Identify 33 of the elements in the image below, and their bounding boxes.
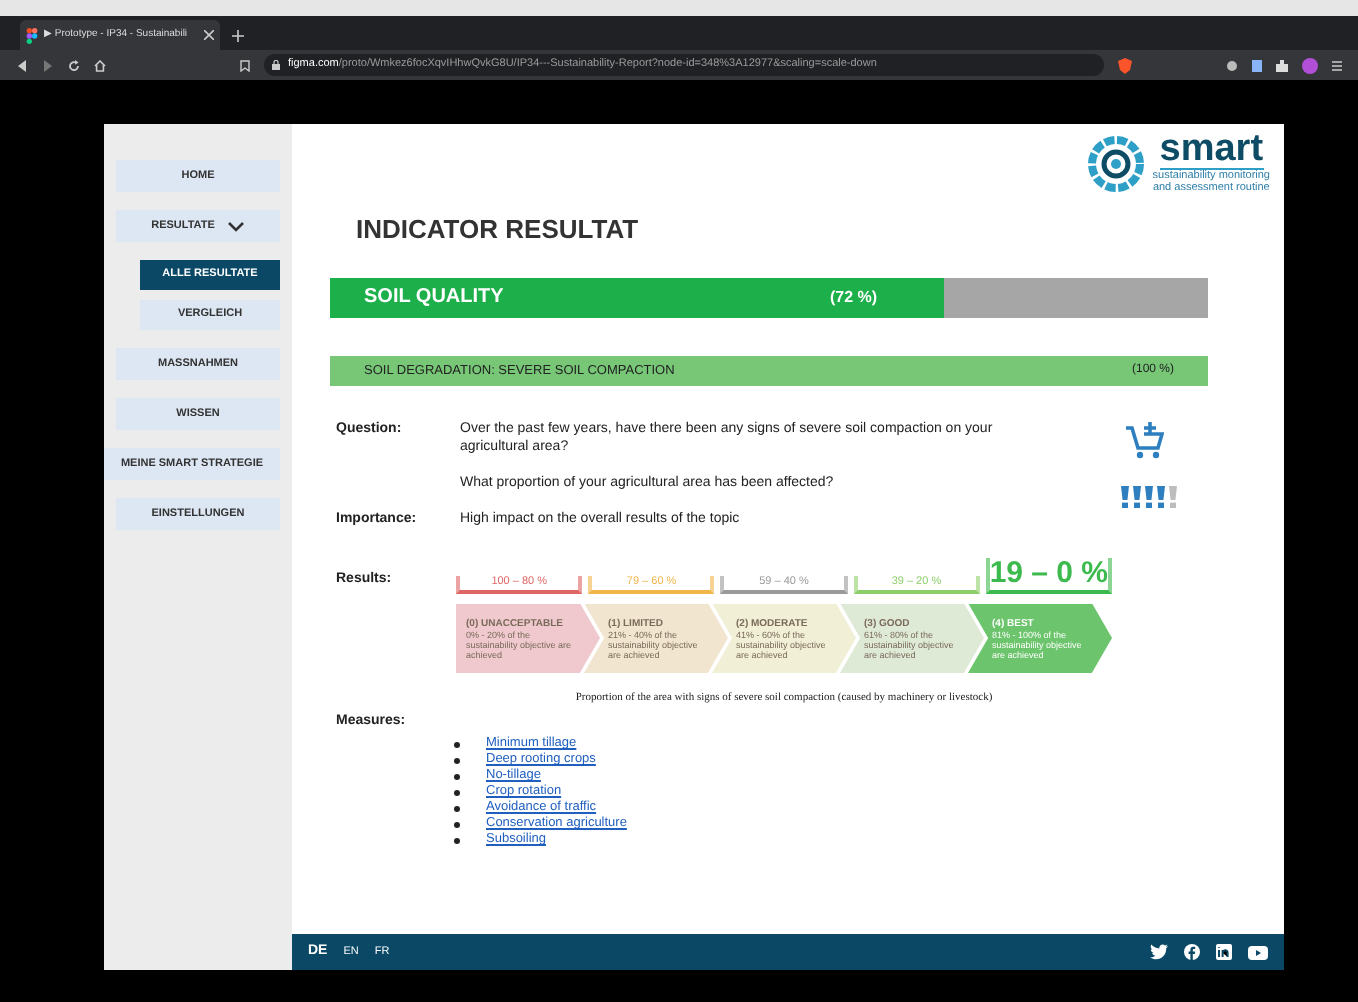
page-title: INDICATOR RESULTAT bbox=[356, 214, 641, 246]
logo-icon bbox=[1088, 135, 1145, 191]
bullet-icon bbox=[454, 741, 460, 748]
document-icon[interactable] bbox=[1252, 59, 1262, 71]
twitter-icon[interactable] bbox=[1150, 944, 1168, 960]
chevron-down-icon[interactable] bbox=[228, 221, 245, 231]
home-icon[interactable] bbox=[94, 59, 106, 71]
topic-label: SOIL QUALITY bbox=[364, 286, 504, 310]
logo-name: smart bbox=[1159, 132, 1264, 170]
close-icon[interactable] bbox=[204, 30, 214, 40]
cart-add-icon bbox=[1124, 420, 1164, 460]
new-tab-icon[interactable] bbox=[232, 30, 244, 42]
back-icon[interactable] bbox=[16, 59, 28, 71]
menu-icon[interactable] bbox=[1332, 59, 1342, 71]
linkedin-icon[interactable] bbox=[1216, 944, 1232, 960]
youtube-icon[interactable] bbox=[1248, 945, 1268, 959]
forward-icon[interactable] bbox=[42, 59, 54, 71]
extension-icon[interactable] bbox=[1226, 59, 1238, 71]
lock-icon bbox=[272, 60, 280, 70]
avatar-icon[interactable] bbox=[1302, 57, 1318, 73]
figma-icon bbox=[26, 27, 38, 43]
bullet-icon bbox=[454, 821, 460, 828]
bullet-icon bbox=[454, 773, 460, 780]
topic-percent: (72 %) bbox=[830, 288, 878, 308]
reload-icon[interactable] bbox=[68, 59, 80, 71]
bookmark-icon[interactable] bbox=[240, 59, 250, 71]
bullet-icon bbox=[454, 805, 460, 812]
bullet-icon bbox=[454, 837, 460, 844]
bullet-icon bbox=[454, 757, 460, 764]
bullet-icon bbox=[454, 789, 460, 796]
scale-range: 19 – 0 % bbox=[985, 557, 1113, 593]
shield-icon[interactable] bbox=[1118, 57, 1132, 73]
facebook-icon[interactable] bbox=[1184, 944, 1200, 960]
